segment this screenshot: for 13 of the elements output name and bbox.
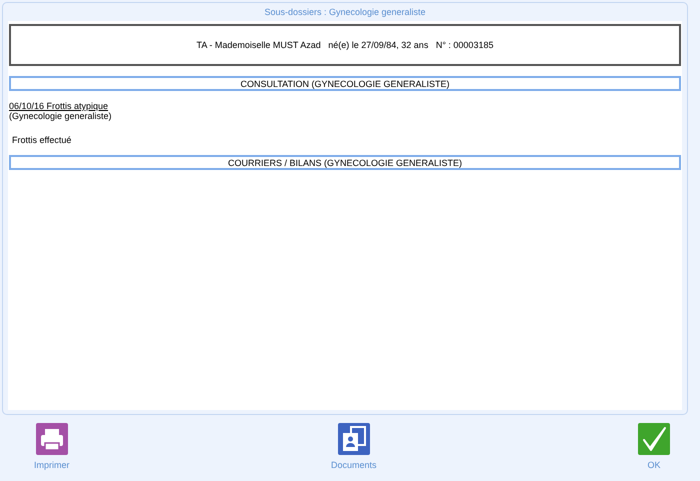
- checkmark-icon: [638, 423, 670, 455]
- documents-button[interactable]: Documents: [330, 423, 377, 470]
- window-title: Sous-dossiers : Gynecologie generaliste: [263, 6, 427, 19]
- section-header: COURRIERS / BILANS (GYNECOLOGIE GENERALISTE): [9, 155, 681, 170]
- entry-note: Frottis effectué: [12, 135, 72, 145]
- print-button[interactable]: Imprimer: [34, 423, 70, 470]
- ok-button[interactable]: OK: [638, 423, 670, 470]
- documents-icon: [338, 423, 370, 455]
- section-header: CONSULTATION (GYNECOLOGIE GENERALISTE): [9, 76, 681, 91]
- entry-specialty: (Gynecologie generaliste): [9, 111, 112, 121]
- printer-icon: [36, 423, 68, 455]
- patient-info: TA - Mademoiselle MUST Azad né(e) le 27/09/84, 32 ans N° : 00003185: [9, 24, 681, 66]
- entry-title[interactable]: 06/10/16 Frottis atypique: [9, 101, 108, 111]
